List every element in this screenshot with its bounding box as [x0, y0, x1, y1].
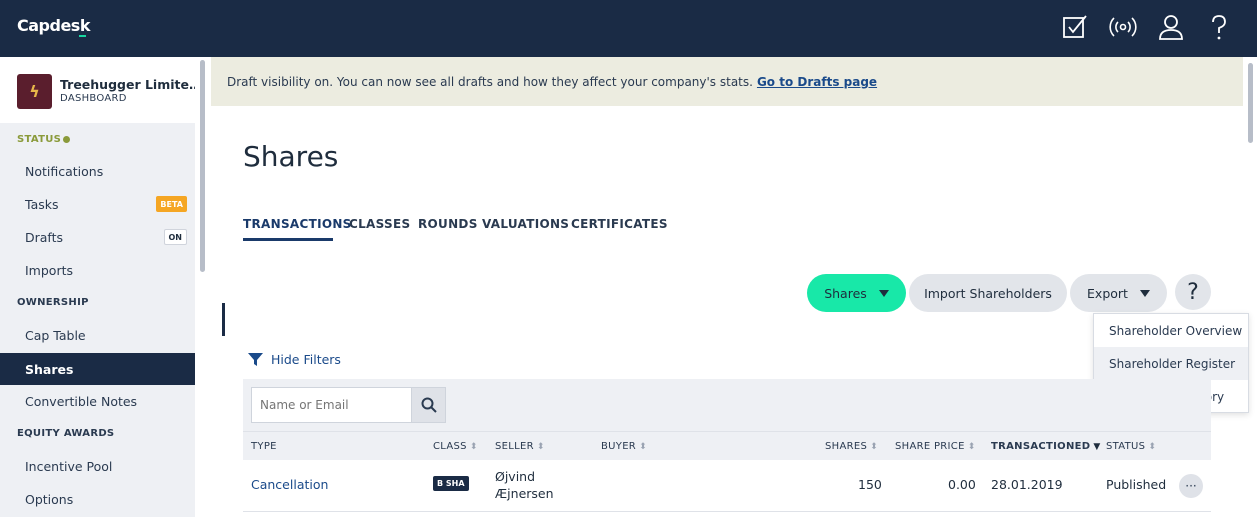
sidebar-item-options[interactable]: Options — [0, 483, 195, 515]
beta-badge: BETA — [156, 196, 187, 212]
column-header-shares[interactable]: SHARES ⬍ — [825, 441, 878, 452]
column-header-buyer[interactable]: BUYER ⬍ — [601, 441, 647, 452]
share-class-badge: B SHA — [433, 476, 469, 491]
sort-desc-icon: ▼ — [1093, 442, 1101, 452]
sidebar-item-tasks[interactable]: Tasks BETA — [0, 188, 195, 220]
drafts-on-badge: ON — [163, 229, 187, 245]
hide-filters-toggle[interactable]: Hide Filters — [248, 352, 341, 367]
sidebar-item-cap-table[interactable]: Cap Table — [0, 319, 195, 351]
ownership-section-label: OWNERSHIP — [17, 297, 89, 308]
column-header-type[interactable]: TYPE — [251, 441, 277, 452]
row-more-actions-button[interactable]: ··· — [1179, 474, 1203, 498]
equity-awards-section-label: EQUITY AWARDS — [17, 428, 115, 439]
main-scrollbar[interactable] — [1248, 63, 1253, 143]
transactioned-date: 28.01.2019 — [991, 477, 1063, 492]
help-button[interactable]: ? — [1175, 274, 1211, 310]
seller-name-line1: Øjvind — [495, 469, 536, 484]
column-header-class[interactable]: CLASS ⬍ — [433, 441, 478, 452]
status-text: Published — [1106, 477, 1167, 492]
focus-marker — [222, 303, 225, 336]
tab-rounds[interactable]: ROUNDS — [418, 217, 478, 231]
sidebar-scrollbar[interactable] — [200, 60, 205, 272]
go-to-drafts-link[interactable]: Go to Drafts page — [757, 75, 877, 89]
sort-icon: ⬍ — [1148, 442, 1157, 452]
active-tab-indicator — [243, 238, 333, 241]
tasks-checkbox-icon[interactable] — [1060, 12, 1090, 42]
sidebar-item-drafts[interactable]: Drafts ON — [0, 221, 195, 253]
sidebar-item-convertible-notes[interactable]: Convertible Notes — [0, 385, 195, 417]
column-header-status[interactable]: STATUS ⬍ — [1106, 441, 1156, 452]
menu-item-shareholder-register[interactable]: Shareholder Register — [1094, 347, 1248, 380]
seller-name-line2: Æjnersen — [495, 486, 554, 501]
company-name: Treehugger Limite… — [60, 77, 195, 92]
company-subtitle: DASHBOARD — [60, 93, 127, 104]
caret-down-icon — [1139, 289, 1150, 297]
top-bar: Capdesk — [0, 0, 1257, 57]
sort-icon: ⬍ — [639, 442, 647, 452]
tab-classes[interactable]: CLASSES — [349, 217, 410, 231]
sort-icon: ⬍ — [870, 442, 878, 452]
transaction-type-link[interactable]: Cancellation — [251, 477, 328, 492]
tab-transactions[interactable]: TRANSACTIONS — [243, 217, 352, 231]
search-input[interactable] — [251, 387, 412, 423]
table-row[interactable] — [243, 460, 1211, 512]
filter-icon — [248, 353, 263, 366]
export-dropdown-button[interactable]: Export — [1070, 274, 1167, 312]
help-icon[interactable] — [1204, 12, 1234, 42]
company-logo: ϟ — [17, 74, 52, 109]
status-indicator — [63, 136, 70, 143]
company-switcher[interactable]: ϟ Treehugger Limite… DASHBOARD — [0, 57, 195, 123]
app-logo[interactable]: Capdesk — [17, 16, 90, 37]
import-shareholders-button[interactable]: Import Shareholders — [909, 274, 1067, 312]
tab-certificates[interactable]: CERTIFICATES — [571, 217, 668, 231]
sidebar-item-notifications[interactable]: Notifications — [0, 155, 195, 187]
caret-down-icon — [878, 289, 889, 297]
sidebar-item-imports[interactable]: Imports — [0, 254, 195, 286]
column-header-seller[interactable]: SELLER ⬍ — [495, 441, 545, 452]
banner-text: Draft visibility on. You can now see all… — [227, 74, 753, 89]
status-section-label: STATUS — [17, 134, 62, 145]
broadcast-icon[interactable] — [1108, 12, 1138, 42]
search-button[interactable] — [411, 387, 446, 423]
sidebar: ϟ Treehugger Limite… DASHBOARD STATUS No… — [0, 57, 195, 517]
shares-dropdown-button[interactable]: Shares — [807, 274, 906, 312]
share-price: 0.00 — [948, 477, 976, 492]
drafts-banner: Draft visibility on. You can now see all… — [211, 57, 1243, 106]
menu-item-shareholder-overview[interactable]: Shareholder Overview — [1094, 314, 1248, 347]
search-icon — [421, 397, 437, 413]
column-header-share-price[interactable]: SHARE PRICE ⬍ — [895, 441, 976, 452]
tab-valuations[interactable]: VALUATIONS — [482, 217, 569, 231]
column-header-transactioned[interactable]: TRANSACTIONED ▼ — [991, 441, 1101, 452]
page-title: Shares — [243, 140, 339, 173]
shares-count: 150 — [858, 477, 882, 492]
sort-icon: ⬍ — [536, 442, 545, 452]
sidebar-item-shares[interactable]: Shares — [0, 353, 195, 385]
table-header: TYPE CLASS ⬍ SELLER ⬍ BUYER ⬍ SHARES ⬍ SHARE… — [243, 431, 1211, 460]
sidebar-item-incentive-pool[interactable]: Incentive Pool — [0, 450, 195, 482]
sort-icon: ⬍ — [469, 442, 478, 452]
user-icon[interactable] — [1156, 12, 1186, 42]
sort-icon: ⬍ — [967, 442, 976, 452]
